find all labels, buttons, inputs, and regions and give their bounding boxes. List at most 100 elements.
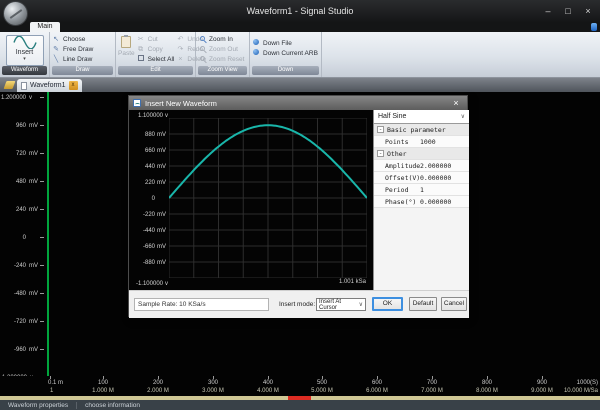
line-draw-button[interactable]: ╲ Line Draw [52, 54, 113, 64]
ribbon-group-label-draw: Draw [52, 66, 113, 75]
dialog-footer: Sample Rate: 10 KSa/s Insert mode: Inser… [129, 290, 469, 318]
x-axis-sample-label: 8.000 M [476, 388, 498, 394]
insert-mode-select[interactable]: Insert At Cursor ∨ [316, 298, 366, 311]
y-axis-label: 1.200000v [0, 94, 44, 101]
title-bar: Waveform1 - Signal Studio – □ × [0, 0, 600, 22]
delete-icon: × [176, 56, 184, 63]
dialog-icon [133, 99, 141, 107]
status-choose-information[interactable]: choose information [77, 402, 148, 409]
copy-icon: ⧉ [137, 46, 145, 53]
status-waveform-properties[interactable]: Waveform properties [0, 402, 76, 409]
waveform-preview-chart: 1.100000v 880mV 660mV 440mV 220mV 0 -220… [129, 110, 373, 290]
param-row-phase: Phase(°) 0.000000 [374, 196, 469, 208]
down-file-icon [252, 39, 260, 47]
cut-button[interactable]: ✂ Cut [137, 34, 175, 44]
phase-value-field[interactable]: 0.000000 [420, 198, 469, 206]
magnifier-plus-icon [198, 36, 206, 43]
zoom-in-button[interactable]: Zoom In [198, 34, 247, 44]
dialog-title-bar: Insert New Waveform × [129, 96, 467, 110]
down-file-button[interactable]: Down File [252, 38, 319, 48]
y-axis-label: 720mV [0, 150, 44, 157]
choose-button[interactable]: ↖ Choose [52, 34, 113, 44]
chevron-down-icon: ∨ [359, 301, 363, 308]
param-row-offset: Offset(V) 0.000000 [374, 172, 469, 184]
dialog-close-icon[interactable]: × [449, 98, 463, 108]
x-axis: 0.1 m 100 200 300 400 500 600 700 800 90… [0, 376, 600, 396]
caret-down-icon: ▾ [23, 56, 26, 62]
insert-new-waveform-dialog: Insert New Waveform × 1.100000v 880mV 66… [128, 95, 468, 317]
maximize-button[interactable]: □ [558, 0, 578, 22]
x-axis-sample-label: 6.000 M [366, 388, 388, 394]
tab-waveform1[interactable]: Waveform1 x [17, 79, 82, 92]
down-current-arb-button[interactable]: Down Current ARB [252, 48, 319, 58]
document-tab-bar: Waveform1 x [0, 78, 600, 92]
y-axis-label: 240mV [0, 206, 44, 213]
param-row-points: Points 1000 [374, 136, 469, 148]
preview-y-axis-label: -880mV [131, 259, 167, 266]
parameter-panel: Half Sine ∨ - Basic parameter Points 100… [373, 110, 469, 290]
x-axis-label: 500 [317, 380, 327, 386]
x-axis-sample-label: 5.000 M [311, 388, 333, 394]
expander-icon[interactable]: - [377, 126, 384, 133]
cancel-button[interactable]: Cancel [441, 297, 467, 311]
y-axis-label: 960mV [0, 122, 44, 129]
x-axis-sample-label: 1 [50, 388, 53, 394]
tab-main[interactable]: Main [30, 22, 60, 32]
pencil-icon: ✎ [52, 46, 60, 53]
amplitude-value-field[interactable]: 2.000000 [420, 162, 469, 170]
tab-close-icon[interactable]: x [69, 81, 78, 90]
param-group-other[interactable]: - Other [374, 148, 469, 160]
undo-icon: ↶ [176, 36, 184, 43]
y-axis-label: -720mV [0, 318, 44, 325]
paste-button[interactable]: Paste [118, 34, 135, 64]
x-axis-sample-label: 9.000 M [531, 388, 553, 394]
ok-button[interactable]: OK [372, 297, 403, 311]
wave-type-select[interactable]: Half Sine ∨ [374, 110, 469, 124]
insert-button[interactable]: Insert ▾ [6, 35, 44, 66]
copy-button[interactable]: ⧉ Copy [137, 44, 175, 54]
x-axis-label: 700 [427, 380, 437, 386]
ribbon-group-label-waveform: Waveform [2, 66, 47, 75]
y-axis-label: 0 [0, 234, 44, 241]
select-all-button[interactable]: Select All [137, 54, 175, 64]
waveform-cursor-line[interactable] [47, 92, 49, 388]
insert-button-label: Insert [16, 49, 34, 56]
tick-mark [322, 376, 323, 379]
cursor-arrow-icon: ↖ [52, 36, 60, 43]
app-logo-icon[interactable] [3, 1, 28, 26]
x-axis-label: 900 [537, 380, 547, 386]
preview-y-axis-label: 0 [131, 195, 167, 202]
zoom-reset-button[interactable]: Zoom Reset [198, 54, 247, 64]
ribbon-group-down: Down File Down Current ARB Down [250, 32, 322, 77]
period-value-field[interactable]: 1 [420, 186, 469, 194]
y-axis-label: -960mV [0, 346, 44, 353]
offset-value-field[interactable]: 0.000000 [420, 174, 469, 182]
tick-mark [158, 376, 159, 379]
param-group-basic[interactable]: - Basic parameter [374, 124, 469, 136]
close-button[interactable]: × [578, 0, 598, 22]
x-axis-label: 300 [208, 380, 218, 386]
y-axis-label: -480mV [0, 290, 44, 297]
preview-y-axis-label: -660mV [131, 243, 167, 250]
x-axis-label: 0.1 m [48, 380, 63, 386]
expander-icon[interactable]: - [377, 150, 384, 157]
sine-wave-icon [13, 36, 37, 49]
insert-mode-value: Insert At Cursor [319, 299, 359, 311]
magnifier-reset-icon [198, 56, 206, 63]
zoom-out-button[interactable]: Zoom Out [198, 44, 247, 54]
minimize-button[interactable]: – [538, 0, 558, 22]
ribbon: Insert ▾ Waveform ↖ Choose ✎ Free Draw ╲… [0, 32, 600, 78]
window-controls: – □ × [538, 0, 598, 22]
ribbon-group-label-zoom-view: Zoom View [198, 66, 247, 75]
preview-y-axis-label: -440mV [131, 227, 167, 234]
y-axis-label: 480mV [0, 178, 44, 185]
magnifier-minus-icon [198, 46, 206, 53]
free-draw-button[interactable]: ✎ Free Draw [52, 44, 113, 54]
x-axis-label: 400 [263, 380, 273, 386]
default-button[interactable]: Default [409, 297, 437, 311]
ribbon-tab-bar: Main [0, 22, 600, 32]
param-row-period: Period 1 [374, 184, 469, 196]
scissors-icon: ✂ [137, 36, 145, 43]
points-value-field[interactable]: 1000 [420, 138, 469, 146]
sample-rate-field: Sample Rate: 10 KSa/s [134, 298, 269, 311]
